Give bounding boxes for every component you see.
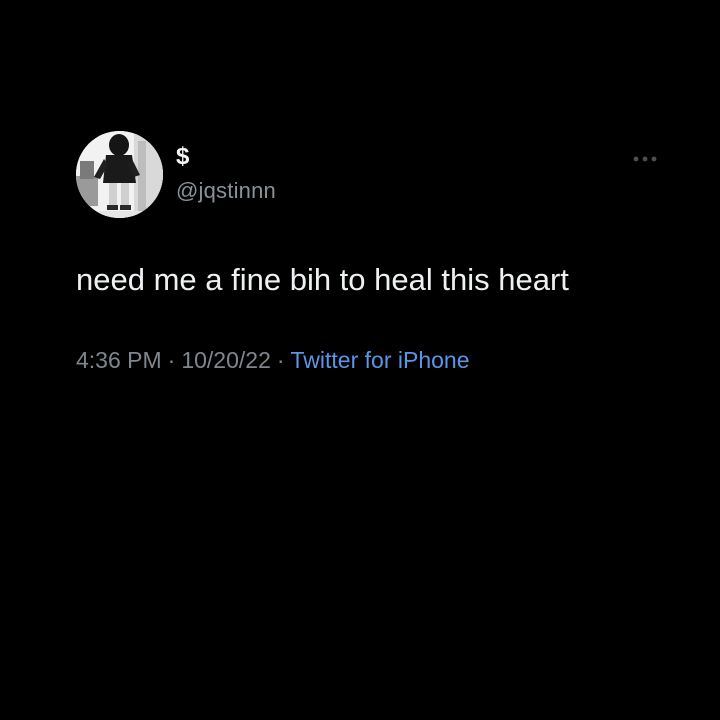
- tweet-metadata: 4:36 PM · 10/20/22 · Twitter for iPhone: [76, 344, 470, 376]
- user-handle[interactable]: @jqstinnn: [176, 177, 276, 205]
- meta-separator: ·: [167, 347, 176, 373]
- more-horizontal-icon: [633, 156, 657, 162]
- tweet-text: need me a fine bih to heal this heart: [76, 262, 569, 297]
- tweet-card: $ @jqstinnn need me a fine bih to heal t…: [0, 0, 720, 720]
- more-options-button[interactable]: [628, 148, 662, 170]
- tweet-source-link[interactable]: Twitter for iPhone: [291, 347, 470, 373]
- tweet-time[interactable]: 4:36 PM: [76, 347, 162, 373]
- meta-separator: ·: [276, 347, 285, 373]
- profile-photo-icon: [76, 131, 163, 218]
- avatar[interactable]: [76, 131, 163, 218]
- display-name[interactable]: $: [176, 143, 189, 171]
- tweet-date[interactable]: 10/20/22: [181, 347, 271, 373]
